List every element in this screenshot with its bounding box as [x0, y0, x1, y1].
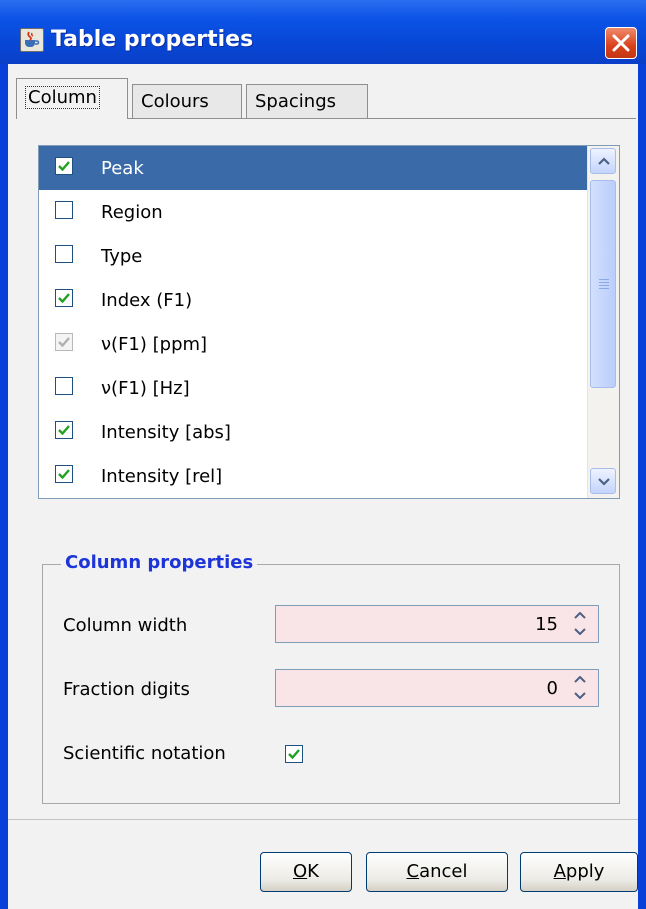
- list-item-label: ν(F1) [ppm]: [101, 334, 208, 355]
- scientific-notation-label: Scientific notation: [63, 743, 226, 764]
- list-item[interactable]: ν(F1) [Hz]: [39, 366, 589, 410]
- dialog-window: Table properties Column Colours Spacings…: [0, 0, 646, 909]
- fraction-digits-label: Fraction digits: [63, 679, 190, 700]
- list-item-label: Region: [101, 202, 163, 223]
- tab-spacings-label: Spacings: [255, 91, 336, 112]
- tab-column[interactable]: Column: [16, 78, 128, 119]
- columns-list[interactable]: Peak Region Type Index (F1) ν(F1) [ppm] ν(F1)…: [38, 145, 620, 499]
- column-width-label: Column width: [63, 615, 188, 636]
- list-item-checkbox[interactable]: [55, 245, 73, 263]
- checkmark-icon: [58, 293, 70, 304]
- list-item-checkbox[interactable]: [55, 157, 73, 175]
- column-width-spin-buttons[interactable]: [566, 608, 596, 640]
- scientific-notation-checkbox[interactable]: [285, 745, 303, 763]
- list-item-checkbox[interactable]: [55, 465, 73, 483]
- fraction-digits-value: 0: [546, 678, 558, 699]
- close-icon: [612, 34, 630, 52]
- java-cup-icon: [20, 28, 44, 52]
- list-scrollbar[interactable]: [587, 146, 619, 498]
- checkmark-icon: [58, 469, 70, 480]
- list-item-label: Index (F1): [101, 290, 193, 311]
- separator: [8, 819, 638, 820]
- list-item-label: Intensity [abs]: [101, 422, 231, 443]
- spinner-up-icon[interactable]: [574, 676, 586, 684]
- tab-colours[interactable]: Colours: [132, 84, 242, 118]
- cancel-button[interactable]: Cancel: [366, 852, 508, 892]
- fraction-digits-spinner[interactable]: 0: [275, 669, 599, 707]
- fraction-digits-spin-buttons[interactable]: [566, 672, 596, 704]
- list-item[interactable]: Intensity [rel]: [39, 454, 589, 498]
- checkmark-icon: [58, 337, 70, 348]
- list-item-checkbox[interactable]: [55, 377, 73, 395]
- scrollbar-thumb[interactable]: [590, 180, 616, 388]
- checkmark-icon: [58, 425, 70, 436]
- list-item-checkbox[interactable]: [55, 333, 73, 351]
- tab-strip: Column Colours Spacings: [16, 78, 636, 119]
- column-width-value: 15: [535, 614, 558, 635]
- window-title: Table properties: [51, 27, 254, 52]
- list-item[interactable]: Region: [39, 190, 589, 234]
- list-item[interactable]: ν(F1) [ppm]: [39, 322, 589, 366]
- list-item-checkbox[interactable]: [55, 201, 73, 219]
- checkmark-icon: [58, 161, 70, 172]
- column-properties-group: Column properties Column width 15 Fracti…: [42, 552, 620, 804]
- scroll-up-icon: [598, 157, 610, 165]
- tab-spacings[interactable]: Spacings: [246, 84, 368, 118]
- apply-mnemonic: A: [553, 861, 566, 882]
- cancel-label-rest: ancel: [419, 861, 468, 882]
- scroll-down-button[interactable]: [590, 468, 616, 494]
- list-item-checkbox[interactable]: [55, 289, 73, 307]
- apply-label-rest: pply: [565, 861, 605, 882]
- group-title: Column properties: [61, 552, 258, 573]
- list-item-label: Type: [101, 246, 143, 267]
- scroll-down-icon: [598, 478, 610, 486]
- list-item-checkbox[interactable]: [55, 421, 73, 439]
- list-item[interactable]: Peak: [39, 146, 589, 190]
- columns-list-items: Peak Region Type Index (F1) ν(F1) [ppm] ν(F1)…: [39, 146, 589, 498]
- ok-label-rest: K: [307, 861, 319, 882]
- list-item-label: Peak: [101, 158, 144, 179]
- list-item-label: ν(F1) [Hz]: [101, 378, 190, 399]
- tab-column-label: Column: [25, 86, 100, 109]
- spinner-down-icon[interactable]: [574, 691, 586, 699]
- list-item-label: Intensity [rel]: [101, 466, 223, 487]
- column-width-spinner[interactable]: 15: [275, 605, 599, 643]
- cancel-mnemonic: C: [406, 861, 420, 882]
- ok-button[interactable]: OK: [260, 852, 352, 892]
- title-bar[interactable]: Table properties: [0, 0, 646, 64]
- checkmark-icon: [288, 749, 300, 760]
- close-button[interactable]: [605, 27, 637, 59]
- dialog-content: Column Colours Spacings Peak Region Type In…: [8, 64, 638, 909]
- list-item[interactable]: Intensity [abs]: [39, 410, 589, 454]
- spinner-up-icon[interactable]: [574, 612, 586, 620]
- ok-mnemonic: O: [293, 861, 308, 882]
- spinner-down-icon[interactable]: [574, 627, 586, 635]
- tab-colours-label: Colours: [141, 91, 209, 112]
- apply-button[interactable]: Apply: [520, 852, 638, 892]
- scroll-up-button[interactable]: [590, 148, 616, 174]
- list-item[interactable]: Index (F1): [39, 278, 589, 322]
- list-item[interactable]: Type: [39, 234, 589, 278]
